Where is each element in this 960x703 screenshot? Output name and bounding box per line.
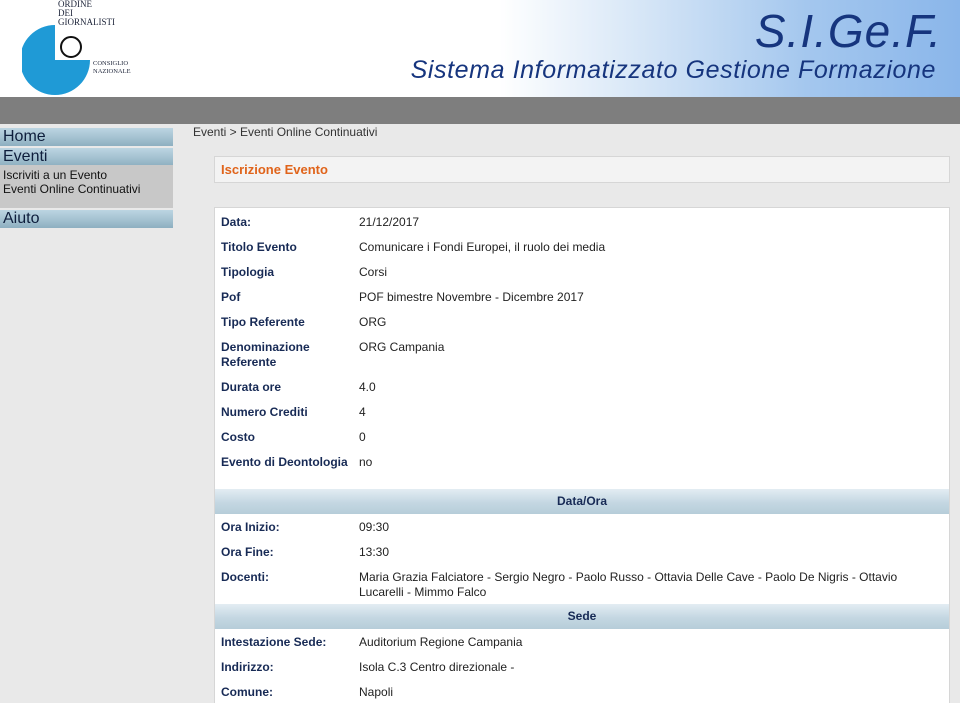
detail-value: ORG Campania: [359, 340, 445, 354]
section-header-dataora: Data/Ora: [215, 489, 949, 514]
detail-label: Tipologia: [221, 265, 275, 279]
detail-value: no: [359, 455, 373, 469]
detail-label: Indirizzo:: [221, 660, 274, 674]
detail-value: Napoli: [359, 685, 394, 699]
detail-label: Comune:: [221, 685, 273, 699]
detail-value: 21/12/2017: [359, 215, 420, 229]
detail-label: Intestazione Sede:: [221, 635, 327, 649]
detail-label: Evento di Deontologia: [221, 455, 348, 469]
logo-mark: [22, 25, 90, 95]
detail-value: POF bimestre Novembre - Dicembre 2017: [359, 290, 584, 304]
detail-value: ORG: [359, 315, 387, 329]
detail-value: Comunicare i Fondi Europei, il ruolo dei…: [359, 240, 606, 254]
sidebar-link-eventi-online[interactable]: Eventi Online Continuativi: [3, 182, 170, 196]
detail-label: Pof: [221, 290, 241, 304]
detail-label: Numero Crediti: [221, 405, 308, 419]
sidebar-item-home[interactable]: Home: [0, 128, 173, 146]
detail-value: 13:30: [359, 545, 390, 559]
sidebar-link-iscriviti[interactable]: Iscriviti a un Evento: [3, 168, 170, 182]
logo-council-name: CONSIGLIO NAZIONALE: [93, 60, 131, 75]
logo-org-name: ORDINE DEI GIORNALISTI: [58, 0, 115, 27]
detail-label: Ora Fine:: [221, 545, 274, 559]
sidebar-item-aiuto[interactable]: Aiuto: [0, 210, 173, 228]
top-bar: [0, 97, 960, 124]
page-title-box: Iscrizione Evento: [214, 156, 950, 183]
detail-label: Denominazione Referente: [221, 340, 310, 369]
detail-label: Data:: [221, 215, 252, 229]
detail-label: Ora Inizio:: [221, 520, 280, 534]
breadcrumb: Eventi > Eventi Online Continuativi: [193, 125, 378, 139]
detail-value: 0: [359, 430, 366, 444]
section-header-sede: Sede: [215, 604, 949, 629]
page-header: ORDINE DEI GIORNALISTI CONSIGLIO NAZIONA…: [0, 0, 960, 97]
event-details-panel: Data: 21/12/2017 Titolo Evento Comunicar…: [214, 207, 950, 703]
detail-label: Titolo Evento: [221, 240, 297, 254]
detail-label: Tipo Referente: [221, 315, 305, 329]
detail-label: Docenti:: [221, 570, 269, 584]
detail-value: 4.0: [359, 380, 376, 394]
sidebar-submenu-eventi: Iscriviti a un Evento Eventi Online Cont…: [0, 165, 173, 208]
detail-value: Corsi: [359, 265, 388, 279]
detail-label: Costo: [221, 430, 255, 444]
app-title: S.I.Ge.F.: [754, 5, 942, 57]
detail-value: 4: [359, 405, 366, 419]
app-subtitle: Sistema Informatizzato Gestione Formazio…: [410, 56, 936, 84]
sidebar-item-eventi[interactable]: Eventi: [0, 148, 173, 166]
detail-value: Auditorium Regione Campania: [359, 635, 523, 649]
page-title: Iscrizione Evento: [221, 162, 328, 177]
logo[interactable]: ORDINE DEI GIORNALISTI CONSIGLIO NAZIONA…: [22, 0, 162, 97]
detail-value: 09:30: [359, 520, 390, 534]
detail-value: Isola C.3 Centro direzionale -: [359, 660, 515, 674]
detail-value: Maria Grazia Falciatore - Sergio Negro -…: [359, 570, 898, 599]
detail-label: Durata ore: [221, 380, 282, 394]
